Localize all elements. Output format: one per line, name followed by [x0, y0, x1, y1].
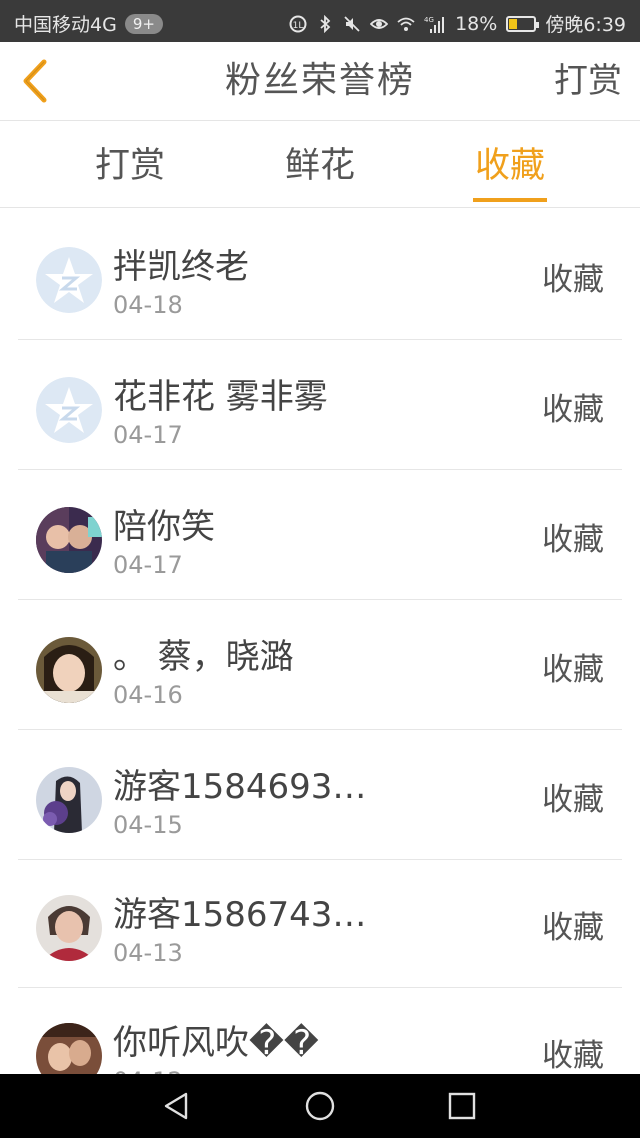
list-item[interactable]: 陪你笑 04-17 收藏 [18, 471, 622, 600]
list-item[interactable]: 你听风吹�� 04-12 收藏 [18, 987, 622, 1074]
avatar-photo [36, 895, 102, 961]
notification-badge: 9+ [124, 13, 163, 34]
photo-avatar [36, 637, 102, 703]
default-avatar [36, 377, 102, 443]
top-app-bar: 粉丝荣誉榜 打赏 [0, 42, 640, 121]
home-circle-icon[interactable] [304, 1090, 336, 1122]
list-item[interactable]: 游客1586743… 04-13 收藏 [18, 859, 622, 988]
favorite-action-label: 收藏 [542, 522, 604, 558]
favorite-action-label: 收藏 [542, 392, 604, 428]
fan-name: 你听风吹�� [113, 1023, 319, 1063]
fan-date: 04-16 [113, 681, 183, 709]
wifi-icon [397, 17, 415, 31]
fan-date: 04-15 [113, 811, 183, 839]
list-item[interactable]: 游客1584693… 04-15 收藏 [18, 731, 622, 860]
fan-name: 陪你笑 [113, 507, 215, 547]
fan-date: 04-17 [113, 421, 183, 449]
avatar-photo [36, 637, 102, 703]
avatar-photo [36, 507, 102, 573]
network-type-label: 4G [424, 16, 434, 24]
fan-date: 04-18 [113, 291, 183, 319]
status-bar: 中国移动4G 9+ 1L 4G 18% 傍晚6:39 [0, 0, 640, 42]
svg-text:1L: 1L [293, 21, 304, 31]
back-triangle-icon[interactable] [160, 1090, 192, 1122]
favorite-action-label: 收藏 [542, 910, 604, 946]
data-saver-icon: 1L [289, 15, 307, 32]
signal-icon: 4G [424, 16, 445, 33]
active-tab-indicator [473, 198, 547, 202]
photo-avatar [36, 895, 102, 961]
list-item[interactable]: 。 蔡，晓潞 04-16 收藏 [18, 601, 622, 730]
avatar-photo [36, 1023, 102, 1074]
battery-icon [506, 15, 540, 32]
favorite-action-label: 收藏 [542, 782, 604, 818]
page-title: 粉丝荣誉榜 [224, 60, 415, 101]
tab-flowers[interactable]: 鲜花 [260, 121, 380, 207]
star-logo-icon [36, 247, 102, 313]
recents-square-icon[interactable] [446, 1090, 478, 1122]
fan-name: 拌凯终老 [113, 247, 249, 287]
list-item[interactable]: 拌凯终老 04-18 收藏 [18, 211, 622, 340]
tab-bar: 打赏 鲜花 收藏 [0, 121, 640, 208]
fan-name: 游客1586743… [113, 895, 367, 935]
fan-name: 。 蔡，晓潞 [113, 637, 294, 677]
star-logo-icon [36, 377, 102, 443]
status-time: 傍晚6:39 [545, 14, 626, 36]
fan-date: 04-12 [113, 1067, 183, 1074]
fan-date: 04-17 [113, 551, 183, 579]
system-navigation-bar [0, 1074, 640, 1138]
photo-avatar [36, 507, 102, 573]
photo-avatar [36, 767, 102, 833]
photo-avatar [36, 1023, 102, 1074]
fan-name: 花非花 雾非雾 [113, 377, 328, 417]
favorite-action-label: 收藏 [542, 262, 604, 298]
favorite-action-label: 收藏 [542, 652, 604, 688]
eye-icon [370, 18, 389, 29]
list-item[interactable]: 花非花 雾非雾 04-17 收藏 [18, 341, 622, 470]
default-avatar [36, 247, 102, 313]
mute-icon [344, 15, 360, 32]
avatar-photo [36, 767, 102, 833]
tab-favorites[interactable]: 收藏 [450, 121, 570, 207]
carrier-label: 中国移动4G [14, 14, 117, 36]
fan-date: 04-13 [113, 939, 183, 967]
status-left: 中国移动4G 9+ [14, 10, 163, 37]
favorite-action-label: 收藏 [542, 1038, 604, 1074]
bluetooth-icon [320, 14, 331, 33]
battery-percent: 18% [455, 12, 498, 35]
status-right: 1L 4G 18% 傍晚6:39 [289, 10, 626, 37]
tab-reward[interactable]: 打赏 [70, 121, 190, 207]
reward-link-button[interactable]: 打赏 [554, 42, 622, 120]
fan-name: 游客1584693… [113, 767, 367, 807]
fan-list: 拌凯终老 04-18 收藏 花非花 雾非雾 04-17 收藏 陪你笑 04-17… [0, 208, 640, 1074]
